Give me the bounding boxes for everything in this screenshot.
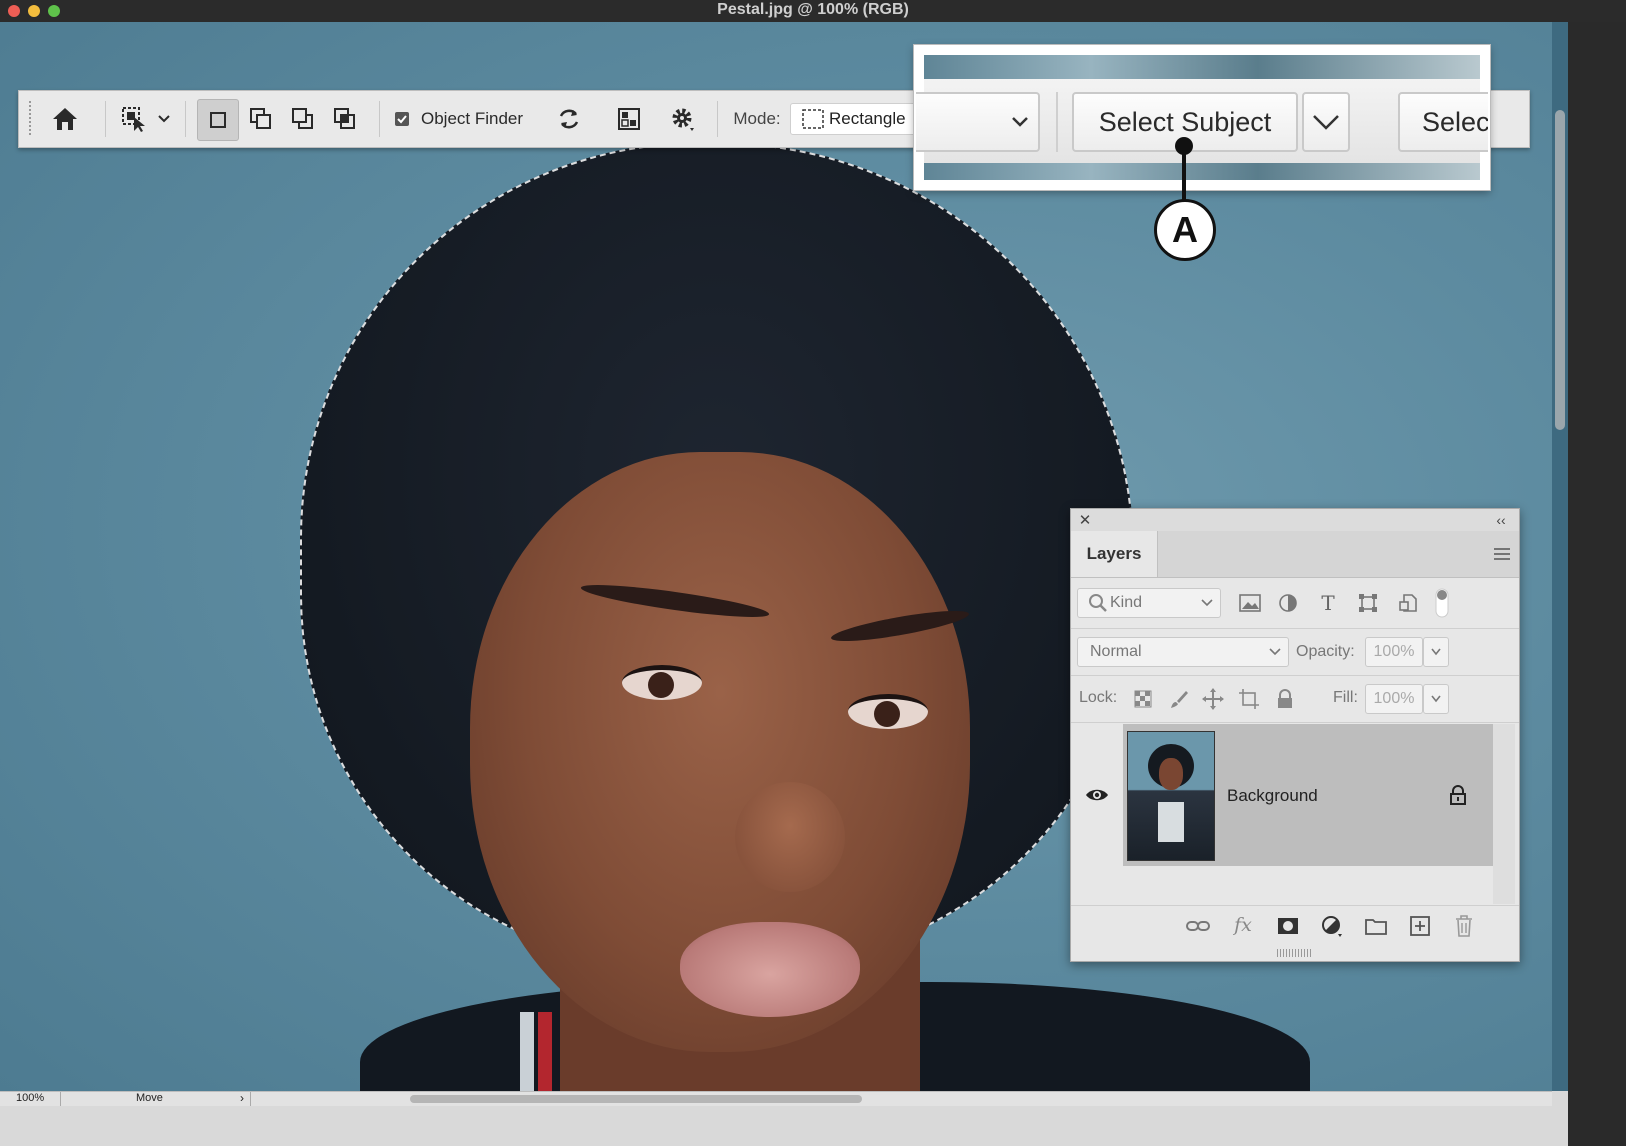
current-tool-info[interactable]: Move [136, 1092, 163, 1104]
photo-eye [848, 694, 928, 729]
lock-label: Lock: [1079, 689, 1118, 706]
zoom-callout-photo-strip [924, 55, 1480, 79]
eye-icon[interactable] [1083, 783, 1111, 807]
zoom-callout: Select Subject Selec [914, 45, 1490, 190]
adjustment-layer-filter-icon[interactable] [1275, 591, 1301, 615]
intersect-selection-button[interactable] [325, 99, 365, 139]
layer-row-background[interactable]: Background [1123, 724, 1493, 866]
callout-label-a: A [1154, 199, 1216, 261]
lock-position-icon[interactable] [1201, 687, 1225, 711]
photo-nose [735, 782, 845, 892]
lock-row: Lock: Fill: 100% [1071, 676, 1519, 723]
vertical-scroll-thumb[interactable] [1555, 110, 1565, 430]
new-selection-button[interactable] [197, 99, 239, 141]
blend-mode-select[interactable]: Normal [1077, 637, 1289, 667]
object-selection-icon[interactable] [117, 99, 151, 139]
layer-thumbnail [1127, 731, 1215, 861]
object-finder-label: Object Finder [421, 109, 524, 128]
panel-menu-icon[interactable] [1491, 543, 1513, 565]
add-to-selection-button[interactable] [241, 99, 281, 139]
new-group-icon[interactable] [1363, 914, 1389, 938]
mode-dropdown-zoomed[interactable] [916, 92, 1040, 152]
mode-select[interactable]: Rectangle [790, 103, 932, 135]
close-icon[interactable]: ✕ [1077, 511, 1093, 529]
callout-dot [1175, 137, 1193, 155]
panel-resize-grip[interactable] [1277, 949, 1311, 957]
smart-object-filter-icon[interactable] [1395, 591, 1421, 615]
shape-layer-filter-icon[interactable] [1355, 591, 1381, 615]
zoom-callout-photo-strip [924, 163, 1480, 180]
status-info-arrow[interactable]: › [240, 1091, 244, 1105]
fill-dropdown[interactable] [1423, 684, 1449, 714]
blend-mode-value: Normal [1090, 643, 1142, 660]
opacity-input[interactable]: 100% [1365, 637, 1423, 667]
opacity-label: Opacity: [1296, 643, 1355, 660]
gear-icon[interactable] [665, 99, 701, 139]
collapse-panel-icon[interactable]: ‹‹ [1491, 511, 1511, 529]
home-icon[interactable] [47, 99, 83, 139]
new-layer-icon[interactable] [1407, 914, 1433, 938]
subtract-from-selection-button[interactable] [283, 99, 323, 139]
zoom-level[interactable]: 100% [16, 1092, 44, 1104]
status-bar: 100% Move › [0, 1091, 1568, 1146]
lock-artboard-icon[interactable] [1237, 687, 1261, 711]
layers-panel-header: ✕ ‹‹ [1071, 509, 1519, 532]
mode-value: Rectangle [829, 109, 906, 128]
chevron-down-icon [1201, 599, 1213, 607]
layers-tab-row: Layers [1071, 531, 1519, 578]
fill-label: Fill: [1333, 689, 1358, 706]
blend-row: Normal Opacity: 100% [1071, 629, 1519, 676]
kind-filter-select[interactable]: Kind [1077, 588, 1221, 618]
fill-input[interactable]: 100% [1365, 684, 1423, 714]
lock-icon [1447, 784, 1469, 806]
search-icon [1089, 594, 1107, 612]
layers-panel-footer: fx [1071, 905, 1519, 946]
mode-label: Mode: [733, 109, 781, 128]
layers-scrollbar[interactable] [1493, 724, 1515, 904]
add-mask-icon[interactable] [1275, 914, 1301, 938]
lock-transparent-pixels-icon[interactable] [1131, 687, 1155, 711]
tab-layers[interactable]: Layers [1071, 531, 1158, 577]
chevron-down-icon [1269, 648, 1281, 656]
window-titlebar: Pestal.jpg @ 100% (RGB) [0, 0, 1626, 23]
object-finder-checkbox[interactable] [391, 99, 413, 139]
layers-panel: ✕ ‹‹ Layers Kind T Normal Opacity: 100% [1070, 508, 1520, 962]
horizontal-scroll-thumb[interactable] [410, 1095, 862, 1103]
photo-eye [622, 665, 702, 700]
tool-preset-dropdown[interactable] [153, 99, 175, 139]
rectangle-marquee-icon [802, 109, 824, 129]
layer-effects-icon[interactable]: fx [1229, 912, 1257, 938]
pixel-layer-filter-icon[interactable] [1237, 591, 1263, 615]
right-dock [1568, 22, 1626, 1146]
refresh-icon[interactable] [551, 99, 587, 139]
photo-lips [680, 922, 860, 1017]
opacity-dropdown[interactable] [1423, 637, 1449, 667]
lock-image-pixels-icon[interactable] [1167, 687, 1191, 711]
kind-filter-label: Kind [1110, 594, 1143, 611]
link-layers-icon[interactable] [1185, 914, 1211, 938]
window-title: Pestal.jpg @ 100% (RGB) [717, 1, 909, 18]
layer-filter-row: Kind T [1071, 578, 1519, 629]
type-layer-filter-icon[interactable]: T [1315, 591, 1341, 615]
select-and-mask-button[interactable]: Selec [1398, 92, 1488, 152]
delete-layer-icon[interactable] [1451, 914, 1477, 938]
layer-name: Background [1227, 786, 1318, 805]
adjustment-layer-icon[interactable] [1319, 914, 1345, 938]
status-strip: 100% Move › [0, 1091, 1552, 1106]
lock-all-icon[interactable] [1273, 687, 1297, 711]
filter-toggle[interactable] [1433, 588, 1451, 618]
select-subject-dropdown[interactable] [1302, 92, 1350, 152]
show-all-objects-icon[interactable] [611, 99, 647, 139]
